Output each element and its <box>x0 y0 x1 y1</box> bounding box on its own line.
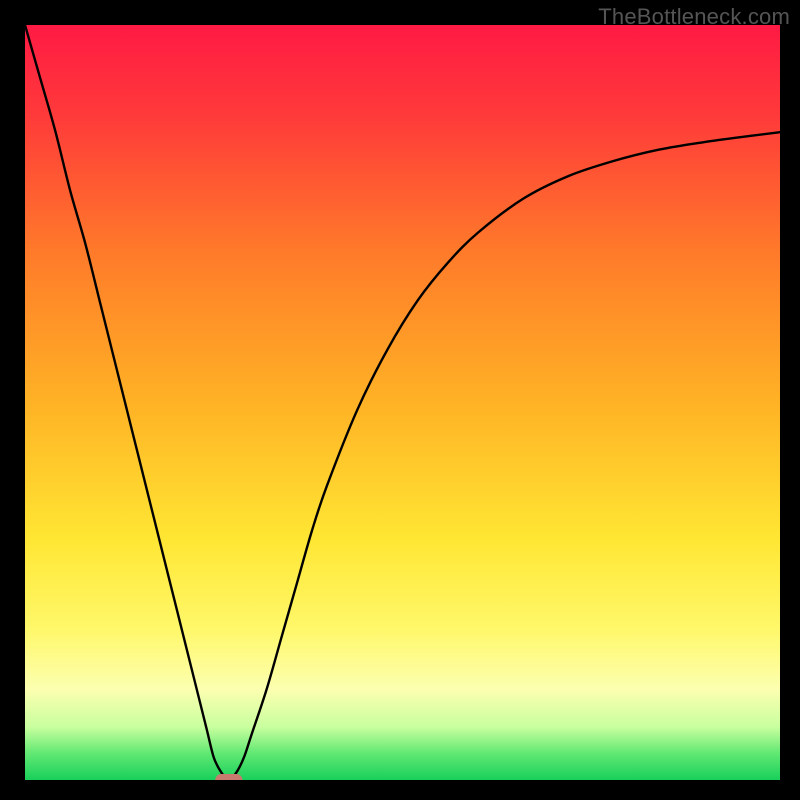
chart-frame: TheBottleneck.com <box>0 0 800 800</box>
chart-svg <box>25 25 780 780</box>
watermark-text: TheBottleneck.com <box>598 4 790 30</box>
gradient-background <box>25 25 780 780</box>
plot-area <box>25 25 780 780</box>
minimum-marker <box>215 774 242 780</box>
